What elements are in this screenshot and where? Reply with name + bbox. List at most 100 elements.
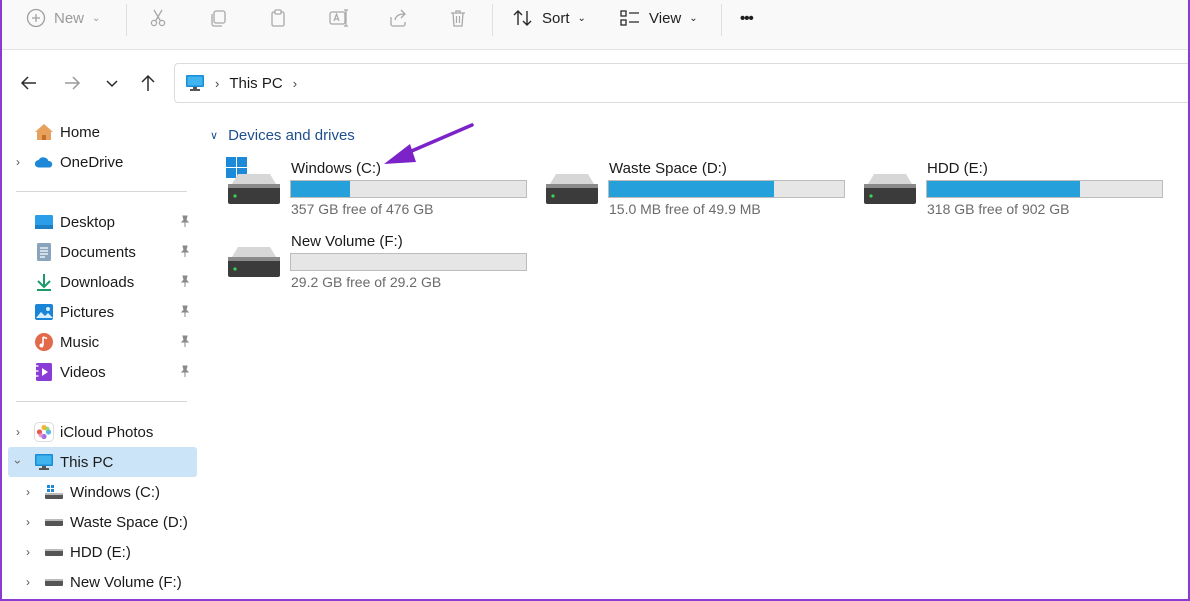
address-bar[interactable]: › This PC › xyxy=(174,63,1188,103)
pin-icon[interactable] xyxy=(179,364,191,381)
sidebar-item-music[interactable]: Music xyxy=(8,327,197,357)
sidebar-item-label: Videos xyxy=(60,363,106,381)
sidebar-item-windows-c[interactable]: › Windows (C:) xyxy=(8,477,197,507)
sidebar-item-label: HDD (E:) xyxy=(70,543,131,561)
rename-icon xyxy=(329,9,348,27)
pin-icon[interactable] xyxy=(179,304,191,321)
more-icon: ••• xyxy=(740,9,754,27)
drive-tile-hdd-e[interactable]: HDD (E:) 318 GB free of 902 GB xyxy=(836,160,1163,226)
drive-icon xyxy=(44,512,64,532)
sidebar-item-label: Downloads xyxy=(60,273,135,291)
sidebar-item-desktop[interactable]: Desktop xyxy=(8,207,197,237)
sidebar-item-label: This PC xyxy=(60,453,114,471)
sidebar-item-label: Desktop xyxy=(60,213,116,231)
breadcrumb-chevron-icon[interactable]: › xyxy=(293,76,297,91)
arrow-up-icon xyxy=(141,74,155,91)
chevron-right-icon[interactable]: › xyxy=(12,155,24,169)
chevron-down-icon[interactable]: ∨ xyxy=(210,129,218,142)
document-icon xyxy=(34,242,54,262)
sidebar-item-label: iCloud Photos xyxy=(60,423,154,441)
sidebar-item-label: Home xyxy=(60,123,101,141)
sidebar-item-this-pc[interactable]: › This PC xyxy=(8,447,197,477)
icloud-photos-icon xyxy=(34,422,54,442)
command-bar: New ⌄ Sort ⌄ View ⌄ ••• xyxy=(2,0,1188,50)
delete-button[interactable] xyxy=(448,0,468,36)
chevron-down-icon: ⌄ xyxy=(577,12,586,24)
recent-locations-button[interactable] xyxy=(96,67,128,99)
pin-icon[interactable] xyxy=(179,244,191,261)
paste-button[interactable] xyxy=(268,0,288,36)
back-button[interactable] xyxy=(13,67,45,99)
cut-button[interactable] xyxy=(148,0,168,36)
sort-button[interactable]: Sort ⌄ xyxy=(512,0,586,36)
cloud-icon xyxy=(34,152,54,172)
navigation-bar: › This PC › xyxy=(2,51,1188,115)
up-button[interactable] xyxy=(132,67,164,99)
group-header-devices-and-drives[interactable]: ∨ Devices and drives xyxy=(210,127,355,144)
forward-button[interactable] xyxy=(56,67,88,99)
toolbar-divider xyxy=(721,4,722,36)
share-button[interactable] xyxy=(388,0,408,36)
pin-icon[interactable] xyxy=(179,214,191,231)
view-button[interactable]: View ⌄ xyxy=(619,0,698,36)
sort-label: Sort xyxy=(542,9,570,27)
more-options-button[interactable]: ••• xyxy=(740,0,754,36)
toolbar-divider xyxy=(126,4,127,36)
chevron-down-icon: ⌄ xyxy=(689,12,698,24)
home-icon xyxy=(34,122,54,142)
sidebar-item-label: Documents xyxy=(60,243,136,261)
chevron-right-icon[interactable]: › xyxy=(22,545,34,559)
chevron-right-icon[interactable]: › xyxy=(22,515,34,529)
pin-icon[interactable] xyxy=(179,274,191,291)
drive-name: HDD (E:) xyxy=(927,160,988,177)
sidebar-item-hdd-e[interactable]: › HDD (E:) xyxy=(8,537,197,567)
chevron-down-icon[interactable]: › xyxy=(11,456,25,468)
desktop-icon xyxy=(34,212,54,232)
drive-usage-bar xyxy=(290,253,527,271)
drive-tile-new-volume-f[interactable]: New Volume (F:) 29.2 GB free of 29.2 GB xyxy=(200,233,527,299)
drive-usage-bar xyxy=(608,180,845,198)
copy-button[interactable] xyxy=(208,0,228,36)
hard-drive-icon xyxy=(862,172,918,209)
new-button[interactable]: New ⌄ xyxy=(26,0,100,36)
breadcrumb-this-pc[interactable]: This PC xyxy=(229,75,282,92)
drive-usage-fill xyxy=(927,181,1080,197)
drive-usage-fill xyxy=(609,181,774,197)
pictures-icon xyxy=(34,302,54,322)
drive-name: Waste Space (D:) xyxy=(609,160,727,177)
sidebar-item-waste-space-d[interactable]: › Waste Space (D:) xyxy=(8,507,197,537)
sidebar-item-documents[interactable]: Documents xyxy=(8,237,197,267)
sidebar-item-onedrive[interactable]: › OneDrive xyxy=(8,147,197,177)
drive-usage-fill xyxy=(291,181,350,197)
sidebar-item-label: Windows (C:) xyxy=(70,483,161,501)
arrow-right-icon xyxy=(65,76,81,90)
sidebar-item-videos[interactable]: Videos xyxy=(8,357,197,387)
chevron-right-icon[interactable]: › xyxy=(12,425,24,439)
group-title: Devices and drives xyxy=(228,127,355,144)
hard-drive-icon xyxy=(226,172,282,209)
chevron-down-icon: ⌄ xyxy=(92,12,101,24)
sidebar-item-pictures[interactable]: Pictures xyxy=(8,297,197,327)
drive-name: Windows (C:) xyxy=(291,160,382,177)
sidebar-item-downloads[interactable]: Downloads xyxy=(8,267,197,297)
sidebar-item-new-volume-f[interactable]: › New Volume (F:) xyxy=(8,567,197,597)
sidebar-item-home[interactable]: Home xyxy=(8,117,197,147)
navigation-pane: Home › OneDrive Desktop Documents Downlo… xyxy=(2,115,200,599)
pin-icon[interactable] xyxy=(179,334,191,351)
drive-usage-bar xyxy=(926,180,1163,198)
drive-name: New Volume (F:) xyxy=(291,233,403,250)
drive-free-space: 29.2 GB free of 29.2 GB xyxy=(291,274,442,290)
clipboard-icon xyxy=(271,9,285,27)
chevron-right-icon[interactable]: › xyxy=(22,575,34,589)
view-label: View xyxy=(649,9,682,27)
drive-usage-bar xyxy=(290,180,527,198)
drive-icon xyxy=(44,572,64,592)
scissors-icon xyxy=(150,9,166,27)
drive-tile-waste-space-d[interactable]: Waste Space (D:) 15.0 MB free of 49.9 MB xyxy=(518,160,845,226)
share-icon xyxy=(390,9,406,27)
breadcrumb-chevron-icon: › xyxy=(215,75,220,91)
rename-button[interactable] xyxy=(328,0,350,36)
chevron-right-icon[interactable]: › xyxy=(22,485,34,499)
sidebar-item-icloud-photos[interactable]: › iCloud Photos xyxy=(8,417,197,447)
music-icon xyxy=(34,332,54,352)
